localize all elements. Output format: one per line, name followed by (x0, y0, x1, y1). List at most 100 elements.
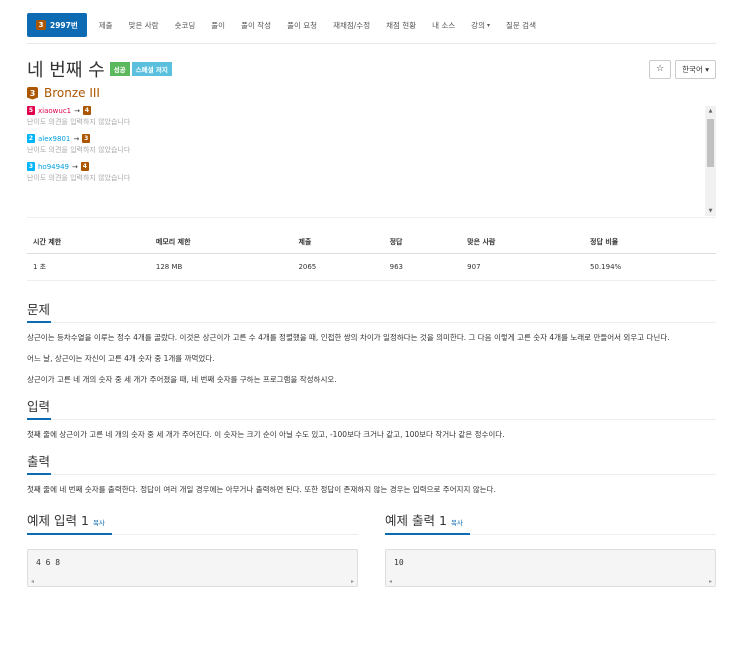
sample-input-box[interactable]: 4 6 8 ◂ ▸ (27, 549, 358, 587)
horizontal-scrollbar[interactable]: ◂ ▸ (386, 577, 715, 586)
output-section: 출력 첫째 줄에 네 번째 숫자를 출력한다. 정답이 여러 개일 경우에는 아… (27, 443, 716, 498)
tier-label[interactable]: Bronze III (44, 86, 100, 100)
sample-output-content: 10 (394, 558, 404, 567)
tab-label: 숏코딩 (174, 20, 196, 30)
tab-status[interactable]: 채점 현황 (378, 13, 424, 37)
opinion-item: 2 alex9801 → 3 난이도 의견을 입력하지 않았습니다 (27, 134, 716, 155)
accepted-cell: 963 (383, 253, 462, 281)
success-badge: 성공 (109, 62, 130, 76)
bronze-tier-icon: 3 (27, 86, 38, 100)
column-header: 맞은 사람 (461, 231, 585, 254)
tab-lectures[interactable]: 강의 ▾ (463, 13, 498, 37)
tab-question-search[interactable]: 질문 검색 (498, 13, 544, 37)
column-header: 정답 비율 (584, 231, 716, 254)
sample-input-header: 예제 입력 1 복사 (27, 510, 358, 535)
copy-button[interactable]: 복사 (93, 517, 105, 527)
vertical-scrollbar[interactable]: ▲ ▼ (705, 106, 716, 216)
section-title: 입력 (27, 396, 52, 420)
tab-write-solution[interactable]: 풀이 작성 (233, 13, 279, 37)
memory-limit-cell: 128 MB (149, 253, 293, 281)
bronze-tier-icon: 3 (82, 134, 91, 143)
opinion-user[interactable]: xiaowuc1 (38, 107, 71, 115)
title-row: 네 번째 수 성공 스페셜 저지 ☆ 한국어 ▾ (27, 57, 716, 81)
tab-solved-users[interactable]: 맞은 사람 (121, 13, 167, 37)
problem-paragraph: 상근이는 등차수열을 이루는 정수 4개를 골랐다. 이것은 상근이가 고른 수… (27, 333, 670, 342)
tab-label: 내 소스 (432, 20, 456, 30)
problem-paragraph: 상근이가 고른 네 개의 숫자 중 세 개가 주어졌을 때, 네 번째 숫자를 … (27, 375, 337, 384)
submissions-cell[interactable]: 2065 (292, 253, 384, 281)
output-description: 첫째 줄에 네 번째 숫자를 출력한다. 정답이 여러 개일 경우에는 아무거나… (27, 485, 496, 494)
table-row: 1 초 128 MB 2065 963 907 50.194% (27, 253, 716, 281)
problem-page: 3 2997번 제출 맞은 사람 숏코딩 풀이 풀이 작성 풀이 요청 재채점/… (0, 0, 743, 654)
solved-users-cell[interactable]: 907 (461, 253, 585, 281)
problem-paragraph: 어느 날, 상근이는 자신이 고른 4개 숫자 중 1개를 까먹었다. (27, 354, 215, 363)
column-header: 시간 제한 (27, 231, 150, 254)
input-description: 첫째 줄에 상근이가 고른 네 개의 숫자 중 세 개가 주어진다. 이 숫자는… (27, 430, 505, 439)
tab-label: 풀이 작성 (241, 20, 272, 30)
sample-input-content: 4 6 8 (36, 558, 61, 567)
problem-info-table: 시간 제한 메모리 제한 제출 정답 맞은 사람 정답 비율 1 초 128 M… (27, 231, 716, 281)
sample-input-title: 예제 입력 (27, 513, 77, 528)
examples: 예제 입력 1 복사 4 6 8 ◂ ▸ 예제 출력 1 복사 10 ◂ ▸ (27, 510, 716, 587)
opinion-user[interactable]: ho94949 (38, 163, 69, 171)
sample-input: 예제 입력 1 복사 4 6 8 ◂ ▸ (27, 510, 358, 587)
tab-label: 강의 (471, 20, 485, 30)
scroll-left-icon[interactable]: ◂ (31, 577, 34, 586)
diamond-tier-icon: 3 (27, 162, 35, 171)
bronze-tier-icon: 4 (80, 162, 89, 171)
scroll-down-icon[interactable]: ▼ (705, 206, 716, 216)
opinion-user[interactable]: alex9801 (38, 135, 70, 143)
scroll-right-icon[interactable]: ▸ (709, 577, 712, 586)
tier: 3 Bronze III (27, 86, 716, 100)
caret-down-icon: ▾ (705, 64, 709, 74)
column-header: 제출 (292, 231, 384, 254)
tab-solutions[interactable]: 풀이 (203, 13, 233, 37)
tab-label: 제출 (98, 20, 113, 30)
horizontal-scrollbar[interactable]: ◂ ▸ (28, 577, 357, 586)
problem-section: 문제 상근이는 등차수열을 이루는 정수 4개를 골랐다. 이것은 상근이가 고… (27, 281, 716, 388)
column-header: 메모리 제한 (149, 231, 293, 254)
caret-down-icon: ▾ (486, 21, 490, 29)
copy-button[interactable]: 복사 (451, 517, 463, 527)
tier-badge-icon: 3 (36, 20, 46, 30)
tab-submit[interactable]: 제출 (91, 13, 121, 37)
section-title: 출력 (27, 451, 52, 475)
tab-short-coding[interactable]: 숏코딩 (167, 13, 204, 37)
scroll-up-icon[interactable]: ▲ (705, 106, 716, 116)
sample-number: 1 (80, 513, 89, 528)
title-tools: ☆ 한국어 ▾ (649, 59, 716, 79)
scroll-left-icon[interactable]: ◂ (389, 577, 392, 586)
arrow-right-icon: → (74, 106, 80, 115)
tab-label: 맞은 사람 (128, 20, 159, 30)
scroll-right-icon[interactable]: ▸ (351, 577, 354, 586)
sample-output-title: 예제 출력 (385, 513, 435, 528)
tab-label: 2997번 (50, 20, 78, 30)
tab-label: 풀이 (211, 20, 226, 30)
section-title: 문제 (27, 299, 52, 323)
tab-my-source[interactable]: 내 소스 (424, 13, 463, 37)
arrow-right-icon: → (73, 134, 80, 143)
tab-label: 재채점/수정 (333, 20, 371, 30)
difficulty-opinions: 5 xiaowuc1 → 4 난이도 의견을 입력하지 않았습니다 2 alex… (27, 106, 716, 218)
time-limit-cell: 1 초 (27, 253, 150, 281)
tab-label: 채점 현황 (386, 20, 417, 30)
star-button[interactable]: ☆ (649, 59, 672, 79)
language-select[interactable]: 한국어 ▾ (675, 59, 716, 79)
diamond-tier-icon: 2 (27, 134, 35, 143)
sample-output-box[interactable]: 10 ◂ ▸ (385, 549, 716, 587)
table-header-row: 시간 제한 메모리 제한 제출 정답 맞은 사람 정답 비율 (27, 231, 716, 254)
tab-rejudge[interactable]: 재채점/수정 (325, 13, 378, 37)
tab-request-solution[interactable]: 풀이 요청 (279, 13, 325, 37)
tab-problem[interactable]: 3 2997번 (27, 13, 87, 37)
scrollbar-thumb[interactable] (707, 119, 714, 167)
language-label: 한국어 (682, 64, 703, 74)
opinion-note: 난이도 의견을 입력하지 않았습니다 (27, 118, 131, 126)
special-judge-badge: 스페셜 저지 (131, 62, 172, 76)
star-icon: ☆ (656, 64, 665, 74)
tab-label: 풀이 요청 (287, 20, 318, 30)
accept-ratio-cell: 50.194% (584, 253, 716, 281)
ruby-tier-icon: 5 (27, 106, 35, 115)
column-header: 정답 (383, 231, 462, 254)
sample-output: 예제 출력 1 복사 10 ◂ ▸ (385, 510, 716, 587)
opinion-item: 5 xiaowuc1 → 4 난이도 의견을 입력하지 않았습니다 (27, 106, 716, 127)
